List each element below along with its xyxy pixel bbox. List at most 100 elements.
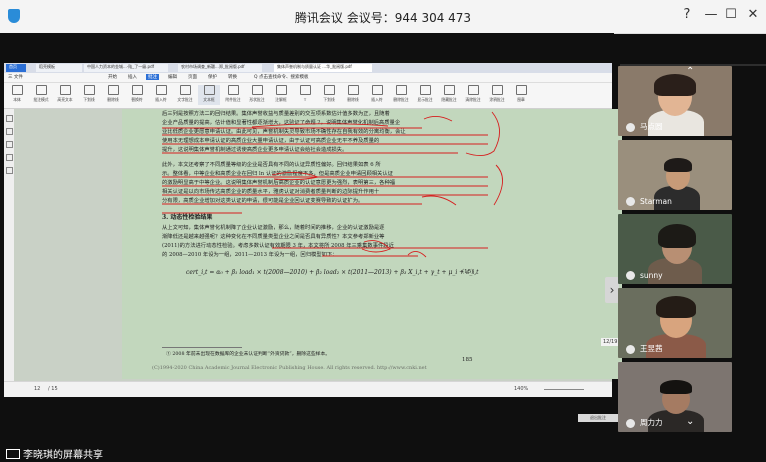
exit-annotation-button[interactable]: 退出批注 <box>578 414 618 422</box>
bookmark-icon[interactable] <box>6 115 13 122</box>
underline-icon <box>83 85 95 95</box>
clear-comments-icon <box>467 85 479 95</box>
body-icon <box>11 85 23 95</box>
person-hair <box>660 380 692 394</box>
thumbnail-icon[interactable] <box>6 128 13 135</box>
tool-delete-comment[interactable]: 删除批注 <box>390 85 412 105</box>
tool-strikethrough-2[interactable]: 删除线 <box>342 85 364 105</box>
collapse-up-icon[interactable]: ⌃ <box>686 66 694 77</box>
tool-strikethrough[interactable]: 删除线 <box>102 85 124 105</box>
window-title: 腾讯会议 会议号：944 304 473 <box>294 11 472 25</box>
underline-2-icon <box>323 85 335 95</box>
tool-attachment[interactable]: 附件批注 <box>222 85 244 105</box>
tool-hide-comments[interactable]: 隐藏批注 <box>438 85 460 105</box>
participant-tile[interactable]: 王昱茜 <box>618 288 732 358</box>
menu-edit[interactable]: 编辑 <box>168 74 177 80</box>
insert-mark-icon <box>155 85 167 95</box>
tool-doodle[interactable]: 涂鸦批注 <box>486 85 508 105</box>
page-total: / 15 <box>48 386 58 392</box>
participant-tile[interactable]: ⌃ 马点圆 <box>618 66 732 136</box>
tab-home[interactable]: 首页 <box>6 64 26 72</box>
replace-icon <box>131 85 143 95</box>
comment-list-icon[interactable] <box>6 141 13 148</box>
minimize-button[interactable]: — <box>702 7 720 22</box>
tool-show-comments[interactable]: 显示批注 <box>414 85 436 105</box>
tool-shape[interactable]: 形状批注 <box>246 85 268 105</box>
wps-pdf-window: 首页 稻壳模板 中国人力资本的金城...-陆_了一级.pdf 农村市场调查_新疆… <box>4 63 622 422</box>
highlight-icon <box>59 85 71 95</box>
tool-body[interactable]: 本体 <box>6 85 28 105</box>
menu-file[interactable]: 三 文件 <box>8 74 23 80</box>
tool-note[interactable]: 注解框 <box>270 85 292 105</box>
document-viewport[interactable]: 后三列是按照方法二的回归结果。集体声誉收益与质量差别的交互项系数估计值多数为正，… <box>14 109 622 422</box>
participant-video-list: ⌃ 马点圆 Starman sunny 王昱茜 ⌄ 周力力 <box>616 64 766 436</box>
menu-search[interactable]: Q 点击查找命令、搜索模板 <box>254 74 308 80</box>
search-icon[interactable] <box>6 154 13 161</box>
stamp-icon <box>515 85 527 95</box>
status-bar: 12 / 15 140% <box>4 381 612 397</box>
menu-convert[interactable]: 转换 <box>228 74 237 80</box>
tool-text[interactable]: T <box>294 85 316 105</box>
close-button[interactable]: ✕ <box>744 7 762 22</box>
delete-comment-icon <box>395 85 407 95</box>
attachment-panel-icon[interactable] <box>6 167 13 174</box>
note-icon <box>275 85 287 95</box>
tool-highlight[interactable]: 高亮文本 <box>54 85 76 105</box>
strikethrough-2-icon <box>347 85 359 95</box>
person-hair <box>656 296 696 318</box>
zoom-slider[interactable] <box>544 389 584 390</box>
annotation-toolbar: 本体 批注模式 高亮文本 下划线 删除线 替换符 插入符 文字批注 文本框 附件… <box>4 83 612 109</box>
participant-name: 王昱茜 <box>640 344 663 353</box>
annotate-mode-icon <box>35 85 47 95</box>
menu-home[interactable]: 开始 <box>108 74 117 80</box>
person-hair <box>664 158 692 172</box>
mic-icon <box>626 197 635 206</box>
pdf-page: 后三列是按照方法二的回归结果。集体声誉收益与质量差别的交互项系数估计值多数为正，… <box>122 109 622 379</box>
help-icon[interactable]: ? <box>678 7 696 22</box>
person-hair <box>654 74 696 96</box>
monitor-icon <box>6 449 20 459</box>
screen-share-label: 李晓琪的屏幕共享 <box>6 446 103 461</box>
tool-annotate-mode[interactable]: 批注模式 <box>30 85 52 105</box>
menu-annotate[interactable]: 批注 <box>146 74 159 80</box>
tool-underline[interactable]: 下划线 <box>78 85 100 105</box>
tool-textbox[interactable]: 文本框 <box>198 85 220 105</box>
hide-comments-icon <box>443 85 455 95</box>
tool-stamp[interactable]: 图章 <box>510 85 532 105</box>
menu-protect[interactable]: 保护 <box>208 74 217 80</box>
participant-name: 马点圆 <box>640 122 663 131</box>
wps-tab-bar: 首页 稻壳模板 中国人力资本的金城...-陆_了一级.pdf 农村市场调查_新疆… <box>4 63 612 73</box>
participant-name: sunny <box>640 271 663 280</box>
participant-tile[interactable]: sunny <box>618 214 732 284</box>
title-bar: 腾讯会议 会议号：944 304 473 ? — ☐ ✕ <box>0 0 766 34</box>
tab-pdf-2[interactable]: 农村市场调查_新疆...郑_批阅版.pdf <box>178 64 262 72</box>
mic-icon <box>626 419 635 428</box>
wps-menu-bar: 三 文件 开始 插入 批注 编辑 页面 保护 转换 Q 点击查找命令、搜索模板 <box>4 73 612 83</box>
tool-replace[interactable]: 替换符 <box>126 85 148 105</box>
tool-insert-mark-2[interactable]: 插入符 <box>366 85 388 105</box>
tool-insert-mark[interactable]: 插入符 <box>150 85 172 105</box>
mic-icon <box>626 271 635 280</box>
tab-docer[interactable]: 稻壳模板 <box>36 64 82 72</box>
maximize-button[interactable]: ☐ <box>722 7 740 22</box>
attachment-icon <box>227 85 239 95</box>
expand-down-icon[interactable]: ⌄ <box>686 416 694 427</box>
tab-pdf-1[interactable]: 中国人力资本的金城...-陆_了一级.pdf <box>84 64 168 72</box>
menu-page[interactable]: 页面 <box>188 74 197 80</box>
tool-clear-comments[interactable]: 清除批注 <box>462 85 484 105</box>
participant-name: 周力力 <box>640 418 663 427</box>
textbox-icon <box>203 85 215 95</box>
tool-text-comment[interactable]: 文字批注 <box>174 85 196 105</box>
doodle-icon <box>491 85 503 95</box>
tab-pdf-3-active[interactable]: 集体声誉机制与质量认证 ...华_批阅版.pdf <box>274 64 372 72</box>
participant-tile[interactable]: Starman <box>618 140 732 210</box>
insert-mark-2-icon <box>371 85 383 95</box>
participant-name: Starman <box>640 197 672 206</box>
tool-underline-2[interactable]: 下划线 <box>318 85 340 105</box>
shape-icon <box>251 85 263 95</box>
show-comments-icon <box>419 85 431 95</box>
participant-tile[interactable]: ⌄ 周力力 <box>618 362 732 432</box>
zoom-level[interactable]: 140% <box>514 386 528 392</box>
page-input[interactable]: 12 <box>34 386 40 392</box>
menu-insert[interactable]: 插入 <box>128 74 137 80</box>
